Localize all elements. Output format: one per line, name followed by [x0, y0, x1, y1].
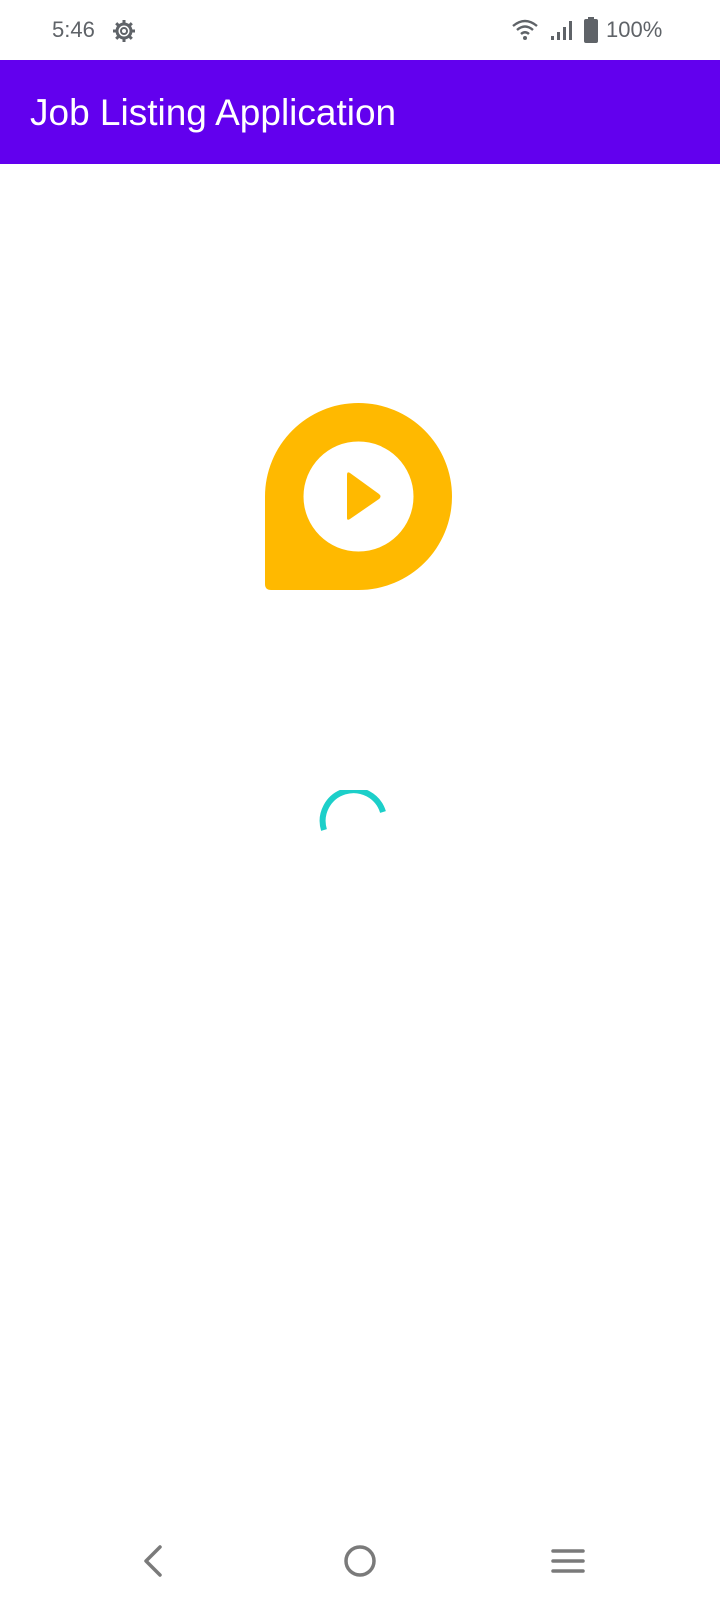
wifi-icon	[512, 19, 538, 40]
settings-gear-icon	[113, 20, 135, 42]
home-icon	[344, 1545, 376, 1577]
battery-icon	[584, 17, 598, 43]
battery-percent: 100%	[606, 17, 663, 42]
status-time: 5:46	[52, 17, 95, 42]
back-button[interactable]	[128, 1536, 178, 1586]
page-title: Job Listing Application	[30, 92, 397, 133]
back-icon	[144, 1545, 162, 1577]
status-bar: 5:46 100%	[0, 0, 720, 60]
recents-button[interactable]	[543, 1536, 593, 1586]
play-pin-logo-icon	[265, 403, 452, 590]
navigation-bar	[0, 1520, 720, 1600]
loading-spinner	[319, 790, 386, 831]
cell-signal-icon	[551, 21, 572, 40]
home-button[interactable]	[335, 1536, 385, 1586]
app-bar: Job Listing Application	[0, 60, 720, 164]
recents-menu-icon	[551, 1549, 585, 1573]
